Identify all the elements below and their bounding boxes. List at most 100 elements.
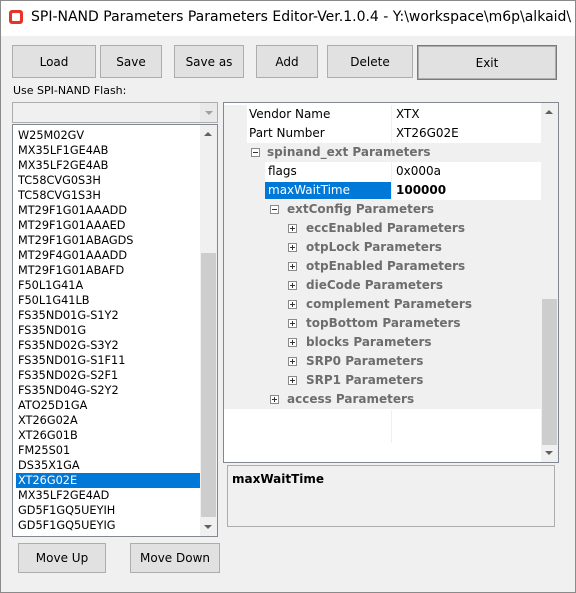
save-as-button[interactable]: Save as bbox=[174, 45, 244, 78]
list-item[interactable]: MT29F1G01ABAFD bbox=[18, 263, 202, 278]
flash-list-scrollbar[interactable] bbox=[200, 125, 217, 536]
list-item[interactable]: TC58CVG1S3H bbox=[18, 188, 202, 203]
flash-selector-label: Use SPI-NAND Flash: bbox=[13, 84, 127, 97]
category-label: eccEnabled Parameters bbox=[306, 221, 465, 235]
expand-icon[interactable] bbox=[288, 319, 297, 328]
expand-icon[interactable] bbox=[288, 224, 297, 233]
expand-icon[interactable] bbox=[288, 357, 297, 366]
list-item[interactable]: FS35ND01G-S1F11 bbox=[18, 353, 202, 368]
save-button[interactable]: Save bbox=[100, 45, 162, 78]
expand-icon[interactable] bbox=[288, 376, 297, 385]
scrollbar-thumb[interactable] bbox=[201, 253, 216, 517]
property-description-pane: maxWaitTime bbox=[227, 465, 555, 527]
category-label: SRP0 Parameters bbox=[306, 354, 424, 368]
list-item[interactable]: MT29F1G01AAAED bbox=[18, 218, 202, 233]
property-name: Vendor Name bbox=[249, 107, 331, 121]
category-label: extConfig Parameters bbox=[287, 202, 435, 216]
scrollbar-thumb[interactable] bbox=[542, 299, 557, 445]
category-ext-config[interactable]: extConfig Parameters bbox=[224, 200, 542, 219]
list-item[interactable]: MX35LF2GE4AD bbox=[18, 488, 202, 503]
list-item[interactable]: FS35ND04G-S2Y2 bbox=[18, 383, 202, 398]
list-item[interactable]: FS35ND02G-S2F1 bbox=[18, 368, 202, 383]
list-item[interactable]: F50L1G41LB bbox=[18, 293, 202, 308]
property-grid-empty-area bbox=[224, 410, 542, 462]
category-spinand-ext[interactable]: spinand_ext Parameters bbox=[224, 143, 542, 162]
scroll-up-icon[interactable] bbox=[204, 132, 212, 136]
expand-icon[interactable] bbox=[288, 300, 297, 309]
move-down-button[interactable]: Move Down bbox=[130, 543, 220, 573]
category-label: complement Parameters bbox=[306, 297, 472, 311]
category-label: spinand_ext Parameters bbox=[267, 145, 431, 159]
list-item[interactable]: MT29F1G01ABAGDS bbox=[18, 233, 202, 248]
exit-button[interactable]: Exit bbox=[417, 45, 557, 80]
add-button[interactable]: Add bbox=[256, 45, 318, 78]
flash-list[interactable]: W25M02GV MX35LF1GE4AB MX35LF2GE4AB TC58CVG0… bbox=[12, 124, 218, 537]
category-label: otpEnabled Parameters bbox=[306, 259, 466, 273]
window-title: SPI-NAND Parameters Parameters Editor-Ve… bbox=[31, 9, 571, 25]
list-item[interactable]: MX35LF1GE4AB bbox=[18, 143, 202, 158]
list-item[interactable]: DS35X1GA bbox=[18, 458, 202, 473]
property-value-editor[interactable]: 100000 bbox=[396, 183, 446, 197]
category-otp-enabled[interactable]: otpEnabled Parameters bbox=[224, 257, 542, 276]
property-row-flags[interactable]: flags 0x000a bbox=[224, 162, 542, 181]
property-grid[interactable]: Vendor Name XTX Part Number XT26G02E spi… bbox=[223, 102, 559, 463]
expand-icon[interactable] bbox=[288, 262, 297, 271]
category-label: access Parameters bbox=[287, 392, 415, 406]
property-value[interactable]: XT26G02E bbox=[396, 126, 459, 140]
list-item[interactable]: XT26G02E bbox=[16, 473, 204, 488]
list-item[interactable]: FS35ND02G-S3Y2 bbox=[18, 338, 202, 353]
category-ecc-enabled[interactable]: eccEnabled Parameters bbox=[224, 219, 542, 238]
chevron-down-icon[interactable] bbox=[200, 103, 217, 122]
list-item[interactable]: ATO25D1GA bbox=[18, 398, 202, 413]
category-top-bottom[interactable]: topBottom Parameters bbox=[224, 314, 542, 333]
list-item[interactable]: GD5F1GQ5UEYIG bbox=[18, 518, 202, 533]
expand-icon[interactable] bbox=[288, 243, 297, 252]
list-item[interactable]: TC58CVG0S3H bbox=[18, 173, 202, 188]
category-complement[interactable]: complement Parameters bbox=[224, 295, 542, 314]
property-grid-scrollbar[interactable] bbox=[541, 103, 558, 462]
list-item[interactable]: FS35ND01G-S1Y2 bbox=[18, 308, 202, 323]
category-label: otpLock Parameters bbox=[306, 240, 442, 254]
property-value[interactable]: 0x000a bbox=[396, 164, 441, 178]
list-item[interactable]: FS35ND01G bbox=[18, 323, 202, 338]
description-title: maxWaitTime bbox=[232, 472, 325, 486]
category-srp0[interactable]: SRP0 Parameters bbox=[224, 352, 542, 371]
property-name: Part Number bbox=[249, 126, 325, 140]
category-otp-lock[interactable]: otpLock Parameters bbox=[224, 238, 542, 257]
scroll-up-icon[interactable] bbox=[545, 110, 553, 114]
collapse-icon[interactable] bbox=[251, 148, 260, 157]
delete-button[interactable]: Delete bbox=[327, 45, 413, 78]
list-item[interactable]: F50L1G41A bbox=[18, 278, 202, 293]
load-button[interactable]: Load bbox=[12, 45, 96, 78]
category-srp1[interactable]: SRP1 Parameters bbox=[224, 371, 542, 390]
category-label: SRP1 Parameters bbox=[306, 373, 424, 387]
property-row-vendor-name[interactable]: Vendor Name XTX bbox=[224, 105, 542, 124]
category-access[interactable]: access Parameters bbox=[224, 390, 542, 409]
list-item[interactable]: GD5F1GQ5UEYIH bbox=[18, 503, 202, 518]
property-value[interactable]: XTX bbox=[396, 107, 420, 121]
expand-icon[interactable] bbox=[270, 395, 279, 404]
property-name: maxWaitTime bbox=[268, 183, 351, 197]
list-item[interactable]: MT29F4G01AAADD bbox=[18, 248, 202, 263]
expand-icon[interactable] bbox=[288, 281, 297, 290]
list-item[interactable]: W25M02GV bbox=[18, 128, 202, 143]
move-up-button[interactable]: Move Up bbox=[18, 543, 106, 573]
scroll-down-icon[interactable] bbox=[545, 451, 553, 455]
flash-selector-combo[interactable] bbox=[12, 102, 218, 123]
property-row-part-number[interactable]: Part Number XT26G02E bbox=[224, 124, 542, 143]
scroll-down-icon[interactable] bbox=[204, 525, 212, 529]
list-item[interactable]: MT29F1G01AAADD bbox=[18, 203, 202, 218]
category-label: topBottom Parameters bbox=[306, 316, 461, 330]
list-item[interactable]: MX35LF2GE4AB bbox=[18, 158, 202, 173]
category-label: blocks Parameters bbox=[306, 335, 432, 349]
collapse-icon[interactable] bbox=[270, 205, 279, 214]
list-item[interactable]: XT26G01B bbox=[18, 428, 202, 443]
category-die-code[interactable]: dieCode Parameters bbox=[224, 276, 542, 295]
list-item[interactable]: FM25S01 bbox=[18, 443, 202, 458]
property-row-max-wait-time[interactable]: maxWaitTime 100000 bbox=[224, 181, 542, 200]
app-icon bbox=[9, 10, 23, 24]
list-item[interactable]: XT26G02A bbox=[18, 413, 202, 428]
expand-icon[interactable] bbox=[288, 338, 297, 347]
category-blocks[interactable]: blocks Parameters bbox=[224, 333, 542, 352]
category-label: dieCode Parameters bbox=[306, 278, 443, 292]
